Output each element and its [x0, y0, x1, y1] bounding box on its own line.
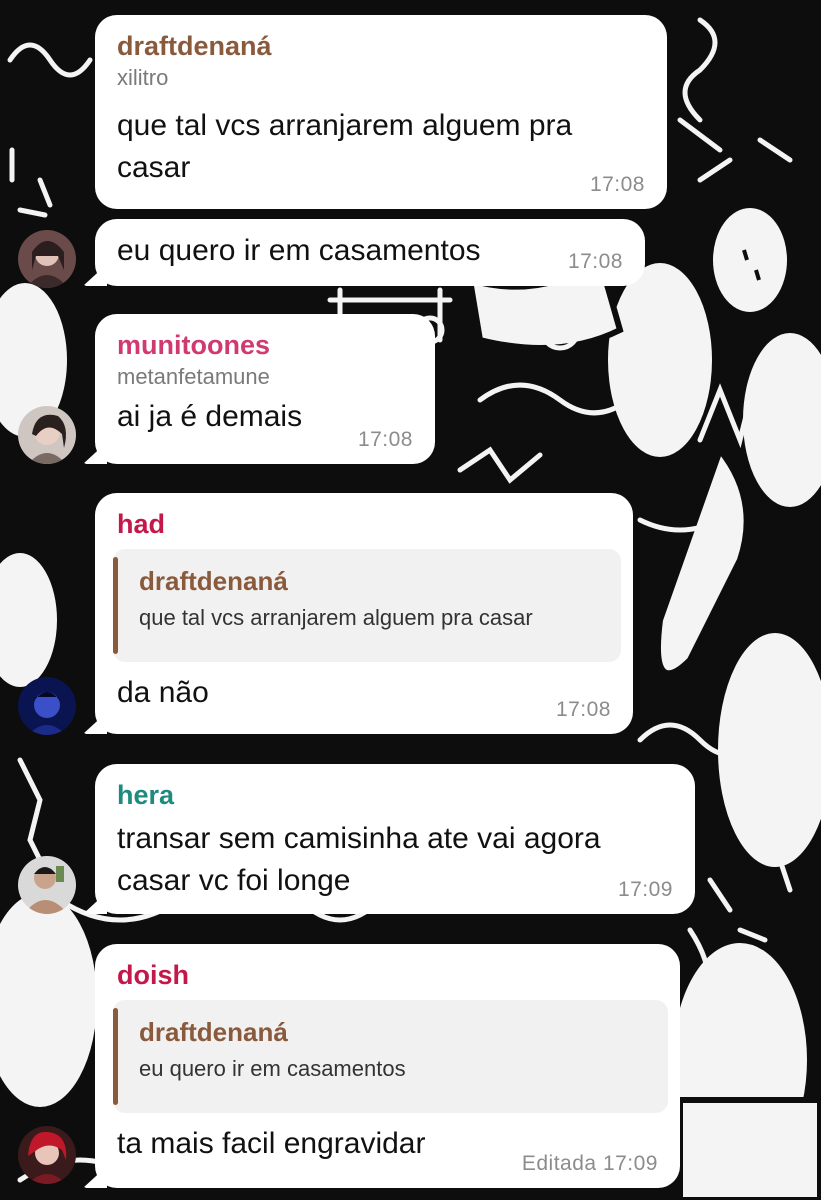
- avatar[interactable]: [18, 856, 76, 914]
- reply-quote[interactable]: draftdenaná que tal vcs arranjarem algue…: [113, 549, 621, 662]
- message-text: que tal vcs arranjarem alguem pra casar: [117, 105, 645, 189]
- sender-handle: xilitro: [117, 65, 169, 90]
- message-time: 17:08: [357, 428, 413, 451]
- message-meta: Editada 17:09: [522, 1152, 658, 1176]
- sender-handle: metanfetamune: [117, 364, 270, 389]
- message-bubble[interactable]: doish draftdenaná eu quero ir em casamen…: [95, 944, 680, 1188]
- sender-name[interactable]: hera: [117, 778, 673, 812]
- sender-name[interactable]: munitoones: [117, 328, 413, 362]
- message-text: da não: [117, 676, 209, 709]
- message-bubble[interactable]: munitoones metanfetamune ai ja é demais …: [95, 314, 435, 464]
- message-bubble[interactable]: hera transar sem camisinha ate vai agora…: [95, 764, 695, 914]
- avatar-photo-icon: [18, 1126, 76, 1184]
- message-time: 17:08: [555, 698, 611, 721]
- avatar-photo-icon: [18, 677, 76, 735]
- message-line: transar sem camisinha ate vai agora: [117, 822, 601, 855]
- edited-label: Editada: [521, 1152, 597, 1175]
- message-line: que tal vcs arranjarem alguem pra: [117, 109, 573, 142]
- avatar-photo-icon: [18, 230, 76, 288]
- message-time: 17:08: [589, 173, 645, 196]
- message-bubble[interactable]: had draftdenaná que tal vcs arranjarem a…: [95, 493, 633, 734]
- message-line: casar: [117, 151, 191, 184]
- sender-name[interactable]: had: [117, 507, 611, 541]
- sender-name[interactable]: draftdenaná: [117, 29, 645, 63]
- message-text: transar sem camisinha ate vai agora casa…: [117, 818, 673, 902]
- sender-name[interactable]: doish: [117, 958, 658, 992]
- avatar-photo-icon: [18, 406, 76, 464]
- reply-text: que tal vcs arranjarem alguem pra casar: [139, 605, 533, 630]
- message-text: eu quero ir em casamentos: [117, 234, 481, 267]
- message-bubble[interactable]: eu quero ir em casamentos 17:08: [95, 219, 645, 286]
- reply-quote[interactable]: draftdenaná eu quero ir em casamentos: [113, 1000, 668, 1113]
- message-time: 17:08: [567, 250, 623, 273]
- avatar-photo-icon: [18, 856, 76, 914]
- avatar[interactable]: [18, 1126, 76, 1184]
- avatar[interactable]: [18, 230, 76, 288]
- message-time: 17:09: [617, 878, 673, 901]
- avatar[interactable]: [18, 677, 76, 735]
- avatar[interactable]: [18, 406, 76, 464]
- reply-sender-name: draftdenaná: [139, 1017, 288, 1047]
- message-time: 17:09: [602, 1152, 658, 1175]
- message-bubble[interactable]: draftdenaná xilitro que tal vcs arranjar…: [95, 15, 667, 209]
- message-line: casar vc foi longe: [117, 864, 351, 897]
- reply-sender-name: draftdenaná: [139, 566, 288, 596]
- reply-text: eu quero ir em casamentos: [139, 1056, 406, 1081]
